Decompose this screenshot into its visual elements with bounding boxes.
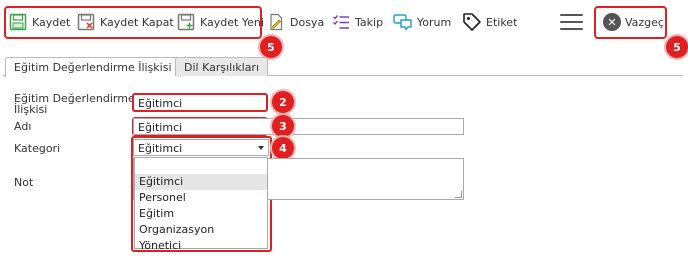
file-icon (266, 12, 286, 32)
name-label: Adı (14, 120, 32, 133)
menu-icon[interactable] (560, 14, 583, 30)
dropdown-option[interactable]: Yönetici (135, 238, 267, 254)
dropdown-option[interactable]: Organizasyon (135, 222, 267, 238)
relation-label: Eğitim Değerlendirme İlişkisi (14, 92, 135, 116)
checklist-icon (331, 12, 351, 32)
cancel-button[interactable]: ✕ Vazgeç (603, 11, 664, 33)
dropdown-option[interactable]: Eğitimci (135, 174, 267, 190)
step-badge: 2 (272, 91, 294, 113)
save-label: Kaydet (32, 15, 71, 29)
close-icon: ✕ (603, 13, 621, 31)
step-badge: 5 (260, 36, 282, 58)
save-close-button[interactable]: Kaydet Kapat (76, 11, 174, 33)
comment-label: Yorum (417, 15, 452, 29)
chevron-down-icon (258, 146, 264, 150)
dropdown-option[interactable]: Personel (135, 190, 267, 206)
step-badge: 3 (272, 115, 294, 137)
comment-button[interactable]: Yorum (393, 11, 451, 33)
file-label: Dosya (290, 15, 325, 29)
dropdown-option[interactable] (135, 158, 267, 174)
name-field[interactable]: Eğitimci (133, 118, 464, 135)
follow-button[interactable]: Takip (331, 11, 383, 33)
save-new-button[interactable]: Kaydet Yeni (176, 11, 264, 33)
save-close-icon (76, 12, 96, 32)
step-badge: 4 (272, 137, 294, 159)
save-new-label: Kaydet Yeni (200, 15, 264, 29)
tag-button[interactable]: Etiket (462, 11, 517, 33)
relation-field[interactable]: Eğitimci (132, 93, 268, 112)
tab-language-equivalents[interactable]: Dil Karşılıkları (175, 57, 269, 76)
tag-icon (462, 12, 482, 32)
file-button[interactable]: Dosya (266, 11, 324, 33)
step-badge: 5 (666, 36, 688, 58)
category-label: Kategori (14, 142, 61, 155)
note-label: Not (14, 176, 34, 189)
dropdown-option[interactable]: Eğitim (135, 206, 267, 222)
category-value: Eğitimci (138, 142, 183, 155)
save-new-icon (176, 12, 196, 32)
toolbar: Kaydet Kaydet Kapat Kaydet Yeni Dosya Ta… (0, 0, 688, 44)
tab-bar: Eğitim Değerlendirme İlişkisi Dil Karşıl… (3, 57, 683, 77)
tab-training-evaluation-relation[interactable]: Eğitim Değerlendirme İlişkisi (5, 57, 181, 77)
category-select[interactable]: Eğitimci (133, 139, 269, 156)
tag-label: Etiket (486, 15, 518, 29)
save-button[interactable]: Kaydet (8, 11, 70, 33)
category-options-list: Eğitimci Personel Eğitim Organizasyon Yö… (134, 157, 268, 252)
resize-handle-icon[interactable] (455, 191, 462, 198)
save-close-label: Kaydet Kapat (100, 15, 174, 29)
save-icon (8, 12, 28, 32)
follow-label: Takip (355, 15, 384, 29)
comment-icon (393, 12, 413, 32)
cancel-label: Vazgeç (625, 15, 664, 29)
